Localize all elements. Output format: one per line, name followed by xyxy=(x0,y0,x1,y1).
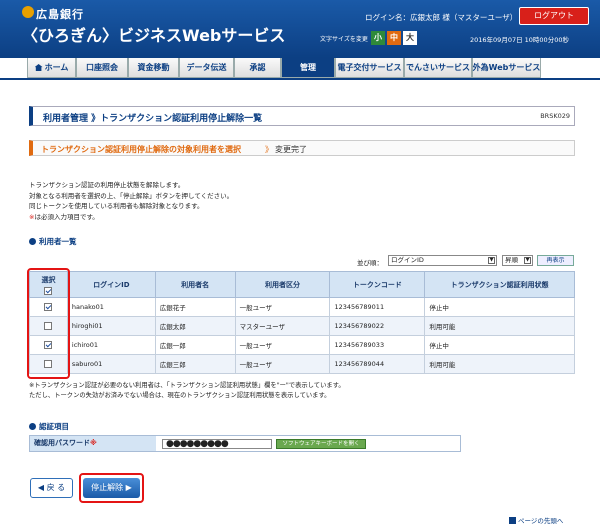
table-row: saburo01 広銀三郎 一般ユーザ 123456789044 利用可能 xyxy=(29,354,575,374)
highlight-select-column xyxy=(27,268,70,379)
user-name-cell: 広銀太郎 xyxy=(154,316,236,336)
auth-table: 確認用パスワード※ ●●●●●●●●● ソフトウェアキーボードを開く xyxy=(29,435,461,452)
login-user-info: ログイン名：広銀太郎 様（マスターユーザ） xyxy=(365,13,518,22)
login-id-cell: hiroghi01 xyxy=(66,316,156,336)
page-title: 利用者管理 》トランザクション認証利用停止解除一覧 xyxy=(43,114,263,124)
page-title-bar: 利用者管理 》トランザクション認証利用停止解除一覧 BRSK029 xyxy=(29,106,575,126)
sort-label: 並び順： xyxy=(357,259,383,267)
user-name-cell: 広銀一郎 xyxy=(154,335,236,355)
column-status: トランザクション認証利用状態 xyxy=(424,271,575,298)
font-size-large-button[interactable]: 大 xyxy=(403,31,417,45)
sort-field-select[interactable]: ログインID ▼ xyxy=(388,255,497,266)
token-code-cell: 123456789033 xyxy=(329,335,426,355)
current-datetime: 2016年09月07日 10時00分00秒 xyxy=(470,36,569,44)
page-description: トランザクション認証の利用停止状態を解除します。 対象となる利用者を選択の上、「… xyxy=(29,181,234,221)
table-row: hiroghi01 広銀太郎 マスターユーザ 123456789022 利用可能 xyxy=(29,316,575,336)
user-type-cell: 一般ユーザ xyxy=(234,335,331,355)
table-row: ichiro01 広銀一郎 一般ユーザ 123456789033 停止中 xyxy=(29,335,575,355)
table-note: ※トランザクション認証が必要のない利用者は、「トランザクション認証利用状態」欄を… xyxy=(29,382,345,399)
tab-approval[interactable]: 承認 xyxy=(234,58,281,78)
column-login-id: ログインID xyxy=(66,271,156,298)
status-cell: 利用可能 xyxy=(424,316,575,336)
step-indicator: トランザクション認証利用停止解除の対象利用者を選択 》 変更完了 xyxy=(29,140,575,156)
home-icon xyxy=(34,64,43,71)
highlight-release-button xyxy=(79,473,144,503)
user-name-cell: 広銀花子 xyxy=(154,297,236,317)
login-id-cell: saburo01 xyxy=(66,354,156,374)
token-code-cell: 123456789022 xyxy=(329,316,426,336)
token-code-cell: 123456789044 xyxy=(329,354,426,374)
users-table: 選択 ログインID 利用者名 利用者区分 トークンコード トランザクション認証利… xyxy=(29,271,575,374)
arrow-up-icon xyxy=(509,517,516,524)
password-label: 確認用パスワード※ xyxy=(30,436,156,451)
status-cell: 停止中 xyxy=(424,335,575,355)
page-top-link[interactable]: ページの先頭へ xyxy=(509,515,563,525)
column-token-code: トークンコード xyxy=(329,271,426,298)
login-id-cell: ichiro01 xyxy=(66,335,156,355)
redisplay-button[interactable]: 再表示 xyxy=(537,255,574,266)
chevron-down-icon: ▼ xyxy=(488,257,495,264)
section-bullet-icon xyxy=(29,238,36,245)
font-size-label: 文字サイズを変更 xyxy=(320,36,368,43)
software-keyboard-button[interactable]: ソフトウェアキーボードを開く xyxy=(276,439,366,449)
bank-logo-icon xyxy=(22,6,34,18)
user-type-cell: 一般ユーザ xyxy=(234,354,331,374)
bank-name: 広島銀行 xyxy=(36,8,84,21)
step-arrow: 》 xyxy=(265,145,273,154)
user-name-cell: 広銀三郎 xyxy=(154,354,236,374)
back-button[interactable]: ◀ 戻 る xyxy=(30,478,73,498)
tab-management[interactable]: 管理 xyxy=(281,58,335,78)
header: 広島銀行 〈ひろぎん〉ビジネスWebサービス ログイン名：広銀太郎 様（マスター… xyxy=(0,0,600,58)
column-user-type: 利用者区分 xyxy=(234,271,331,298)
tab-home[interactable]: ホーム xyxy=(27,58,76,78)
nav-divider xyxy=(0,78,600,80)
status-cell: 利用可能 xyxy=(424,354,575,374)
logout-button[interactable]: ログアウト xyxy=(519,7,589,25)
user-type-cell: マスターユーザ xyxy=(234,316,331,336)
main-nav: ホーム 口座照会 資金移動 データ伝送 承認 管理 電子交付サービス でんさいサ… xyxy=(27,58,541,78)
login-id-cell: hanako01 xyxy=(66,297,156,317)
tab-electronic-delivery[interactable]: 電子交付サービス xyxy=(335,58,404,78)
step-select-target: トランザクション認証利用停止解除の対象利用者を選択 xyxy=(41,145,241,154)
screen-id: BRSK029 xyxy=(540,112,570,120)
tab-fund-transfer[interactable]: 資金移動 xyxy=(128,58,179,78)
tab-forex-web[interactable]: 外為Webサービス xyxy=(472,58,541,78)
sort-order-select[interactable]: 昇順 ▼ xyxy=(502,255,533,266)
column-user-name: 利用者名 xyxy=(154,271,236,298)
font-size-medium-button[interactable]: 中 xyxy=(387,31,401,45)
table-row: hanako01 広銀花子 一般ユーザ 123456789011 停止中 xyxy=(29,297,575,317)
chevron-down-icon: ▼ xyxy=(524,257,531,264)
required-mark: ※ xyxy=(90,439,97,447)
section-bullet-icon xyxy=(29,423,36,430)
tab-data-transmission[interactable]: データ伝送 xyxy=(179,58,234,78)
tab-account-inquiry[interactable]: 口座照会 xyxy=(76,58,128,78)
font-size-small-button[interactable]: 小 xyxy=(371,31,385,45)
service-title: 〈ひろぎん〉ビジネスWebサービス xyxy=(22,26,286,45)
tab-densai[interactable]: でんさいサービス xyxy=(404,58,472,78)
users-section-title: 利用者一覧 xyxy=(29,236,77,247)
confirm-password-input[interactable]: ●●●●●●●●● xyxy=(162,439,272,449)
user-type-cell: 一般ユーザ xyxy=(234,297,331,317)
token-code-cell: 123456789011 xyxy=(329,297,426,317)
status-cell: 停止中 xyxy=(424,297,575,317)
step-complete: 変更完了 xyxy=(275,145,307,154)
auth-section-title: 認証項目 xyxy=(29,421,69,432)
